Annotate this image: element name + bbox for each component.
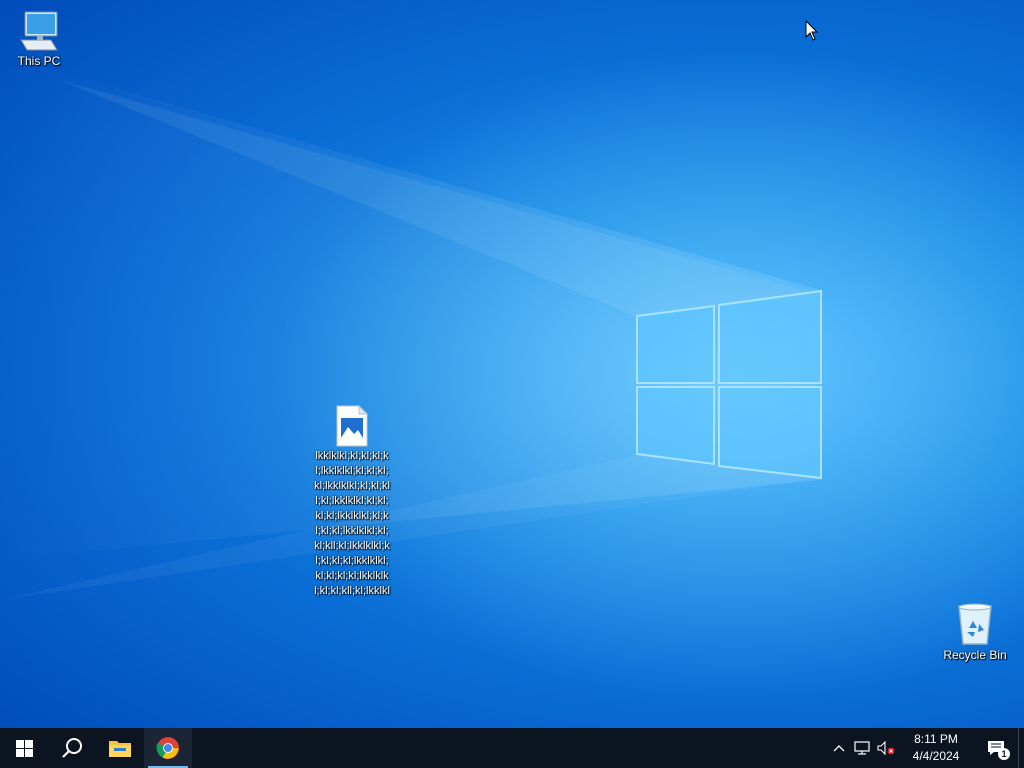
chrome-icon <box>156 737 179 759</box>
desktop-icon-label: lkklklkl;kl;kl;kl;kl;lkklklkl;kl;kl;kl;k… <box>314 450 390 597</box>
notification-count-badge: 1 <box>998 748 1010 760</box>
volume-button[interactable] <box>874 728 898 768</box>
image-file-icon <box>336 405 369 447</box>
desktop-wallpaper <box>0 0 1024 728</box>
mouse-cursor-icon <box>805 20 819 41</box>
taskbar-app-file-explorer[interactable] <box>96 728 144 768</box>
search-button[interactable] <box>48 728 96 768</box>
desktop-icon-label: This PC <box>17 54 61 68</box>
chevron-up-icon <box>833 745 845 752</box>
windows-start-icon <box>15 739 33 757</box>
recycle-bin-icon <box>958 603 992 645</box>
desktop-icon-this-pc[interactable]: This PC <box>0 10 78 69</box>
network-button[interactable] <box>850 728 874 768</box>
show-desktop-button[interactable] <box>1018 728 1024 768</box>
action-center-button[interactable]: 1 <box>974 728 1018 768</box>
clock-date: 4/4/2024 <box>912 749 960 763</box>
show-hidden-icons-button[interactable] <box>828 728 850 768</box>
folder-icon <box>109 741 131 757</box>
network-icon <box>854 741 870 755</box>
taskbar-app-chrome[interactable] <box>144 728 192 768</box>
desktop-icon-recycle-bin[interactable]: Recycle Bin <box>936 602 1014 663</box>
clock-time: 8:11 PM <box>914 732 958 746</box>
desktop-icon-label: Recycle Bin <box>943 648 1007 662</box>
desktop-icon-image-file[interactable]: lkklklkl;kl;kl;kl;kl;lkklklkl;kl;kl;kl;k… <box>312 405 392 599</box>
search-icon <box>62 738 82 758</box>
this-pc-icon <box>20 11 58 51</box>
clock[interactable]: 8:11 PM 4/4/2024 <box>898 731 974 765</box>
volume-muted-icon <box>877 741 895 755</box>
taskbar: 8:11 PM 4/4/2024 1 <box>0 728 1024 768</box>
system-tray: 8:11 PM 4/4/2024 1 <box>828 728 1024 768</box>
start-button[interactable] <box>0 728 48 768</box>
